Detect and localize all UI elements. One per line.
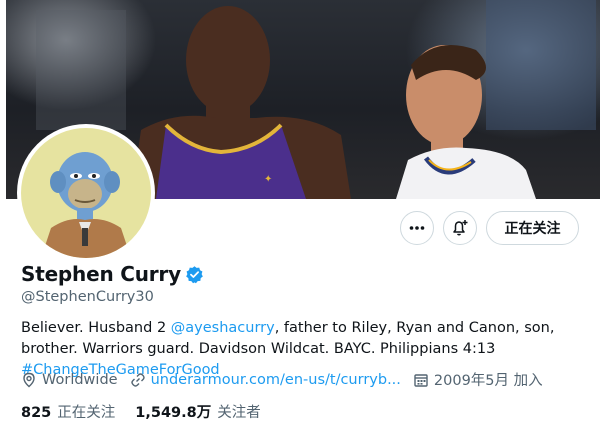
profile-meta-row: Worldwide underarmour.com/en-us/t/curryb… [21, 369, 555, 390]
notifications-button[interactable] [443, 211, 477, 245]
link-icon [130, 372, 145, 387]
more-horizontal-icon [409, 226, 425, 230]
joined-text: 2009年5月 加入 [433, 373, 543, 389]
bio-mention-link[interactable]: @ayeshacurry [171, 320, 275, 336]
following-button[interactable]: 正在关注 [486, 211, 579, 245]
svg-text:✦: ✦ [264, 174, 272, 185]
bio-text-part1: Believer. Husband 2 [21, 320, 171, 336]
followers-count: 1,549.8万 [135, 405, 212, 421]
location-item: Worldwide [21, 372, 118, 388]
profile-stats-row: 825 正在关注 1,549.8万 关注者 [21, 401, 281, 422]
following-stat-link[interactable]: 825 正在关注 [21, 401, 115, 422]
following-count: 825 [21, 405, 52, 421]
location-text: Worldwide [42, 371, 118, 388]
website-item[interactable]: underarmour.com/en-us/t/curryb... [130, 372, 401, 388]
website-link[interactable]: underarmour.com/en-us/t/curryb... [151, 372, 401, 388]
display-name: Stephen Curry [21, 262, 181, 286]
avatar[interactable] [17, 124, 155, 262]
followers-stat-link[interactable]: 1,549.8万 关注者 [135, 401, 260, 422]
location-pin-icon [23, 372, 35, 387]
profile-name-row: Stephen Curry [21, 262, 204, 286]
joined-item: 2009年5月 加入 [413, 369, 543, 390]
bored-ape-avatar-icon [41, 152, 131, 258]
followers-label: 关注者 [217, 405, 261, 421]
more-options-button[interactable] [400, 211, 434, 245]
bell-plus-icon [453, 220, 468, 236]
user-handle: @StephenCurry30 [21, 289, 154, 305]
calendar-icon [414, 373, 428, 387]
verified-badge-icon [186, 265, 203, 283]
following-label: 正在关注 [57, 405, 116, 421]
avatar-image [21, 128, 151, 258]
